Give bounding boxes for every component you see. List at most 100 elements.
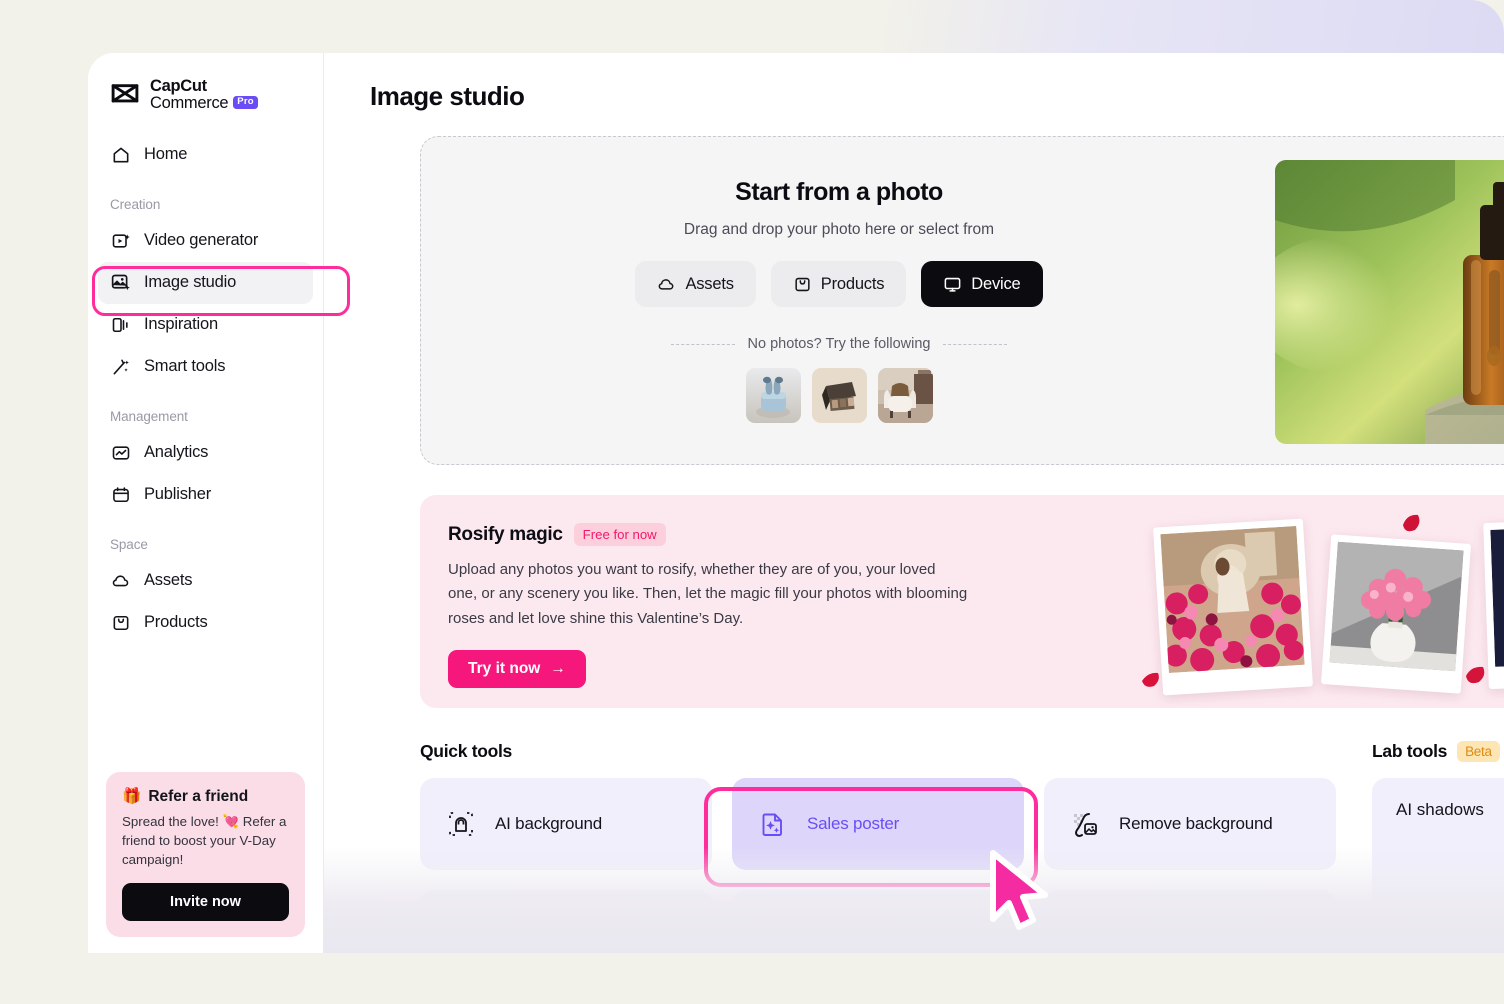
cloud-icon (659, 278, 674, 290)
sidebar-item-smart-tools[interactable]: Smart tools (98, 346, 313, 388)
sidebar-item-products[interactable]: Products (98, 602, 313, 644)
polaroid-third (1483, 518, 1504, 690)
sidebar-section-management: Management (110, 408, 188, 424)
ai-background-icon (446, 809, 476, 839)
tool-label: Sales poster (807, 814, 900, 833)
rosify-badge: Free for now (573, 523, 666, 546)
brand-line-1: CapCut (150, 77, 207, 95)
lab-tools-column: Lab tools Beta AI shadows (1372, 741, 1504, 953)
divider-line-right (943, 343, 1008, 345)
sidebar-item-home[interactable]: Home (98, 134, 313, 176)
button-label: Try it now (468, 659, 541, 677)
bag-icon (110, 612, 131, 633)
button-label: Device (971, 274, 1021, 293)
magic-wand-icon (110, 356, 131, 377)
upload-dropzone[interactable]: Start from a photo Drag and drop your ph… (420, 136, 1504, 465)
sidebar-item-label: Video generator (144, 231, 259, 250)
inspiration-icon (110, 314, 131, 335)
suggestion-divider: No photos? Try the following (421, 336, 1257, 352)
lab-tools-heading: Lab tools Beta (1372, 741, 1504, 762)
sidebar-item-publisher[interactable]: Publisher (98, 474, 313, 516)
rosify-photo-collage (1134, 495, 1504, 708)
device-source-button[interactable]: Device (921, 261, 1043, 307)
page-title: Image studio (370, 81, 525, 111)
third-photo (1490, 526, 1504, 667)
tool-card-sales-poster[interactable]: Sales poster (732, 778, 1024, 870)
tool-card-ai-background[interactable]: AI background (420, 778, 712, 870)
image-studio-icon (110, 272, 131, 293)
lab-tools-label: Lab tools (1372, 741, 1448, 761)
polaroid-woman-in-roses (1153, 518, 1313, 696)
rosify-description: Upload any photos you want to rosify, wh… (448, 561, 968, 627)
lab-card-ai-shadows[interactable]: AI shadows (1372, 778, 1504, 928)
products-source-button[interactable]: Products (770, 261, 907, 307)
sidebar-item-label: Assets (144, 571, 193, 590)
sidebar-item-label: Image studio (144, 273, 237, 292)
refer-a-friend-card: 🎁 Refer a friend Spread the love! 💘 Refe… (106, 772, 305, 937)
sales-poster-icon (758, 809, 788, 839)
tools-section: Quick tools AI background Sales poster R… (420, 741, 1504, 953)
tool-card-image-edit[interactable]: Image edit (1044, 890, 1336, 953)
sidebar-item-label: Publisher (144, 485, 211, 504)
main-content: Image studio Start from a photo Drag and… (324, 53, 1504, 953)
makeup-palette-image (811, 368, 867, 423)
sidebar-item-image-studio[interactable]: Image studio (98, 261, 313, 304)
button-label: Products (820, 274, 885, 293)
mouse-pointer (990, 850, 1048, 930)
capcut-logo-icon (111, 84, 139, 103)
try-it-now-button[interactable]: Try it now → (448, 649, 586, 688)
arrow-right-icon: → (550, 659, 566, 677)
lab-tool-label: AI shadows (1396, 800, 1484, 819)
divider-line-left (670, 343, 735, 345)
upload-title: Start from a photo (735, 178, 943, 206)
tool-label: Image edit (1119, 926, 1197, 945)
rose-petal-icon (1142, 672, 1159, 687)
makeup-palette-thumbnail[interactable] (811, 368, 867, 423)
sidebar-section-creation: Creation (110, 196, 161, 212)
rosify-title: Rosify magic (448, 523, 563, 545)
sidebar-item-label: Products (144, 613, 208, 632)
svg-text:HD: HD (449, 930, 467, 945)
brand-line-2: Commerce (150, 93, 229, 112)
sidebar-nav: Home Creation Video generator Image stud… (88, 134, 323, 644)
brand-logo[interactable]: CapCut Commerce Pro (88, 53, 323, 112)
sidebar-item-assets[interactable]: Assets (98, 560, 313, 602)
sidebar-item-label: Analytics (144, 443, 209, 462)
divider-text: No photos? Try the following (747, 336, 931, 352)
sidebar-item-label: Smart tools (144, 357, 226, 376)
tool-card-hd-upscale[interactable]: HD HD upscale (420, 890, 712, 953)
remove-background-icon (1070, 809, 1100, 839)
rose-petal-icon (1466, 666, 1485, 684)
invite-now-button[interactable]: Invite now (122, 883, 289, 921)
rosify-magic-promo: Rosify magic Free for now Upload any pho… (420, 495, 1504, 708)
tool-card-retouch[interactable]: Retouch (732, 890, 1024, 953)
armchair-thumbnail[interactable] (877, 368, 933, 423)
sidebar-item-label: Home (144, 145, 188, 164)
hero-photo (1275, 160, 1504, 444)
gift-icon: 🎁 (122, 788, 142, 806)
refer-title: Refer a friend (148, 787, 249, 805)
pro-badge: Pro (233, 95, 258, 109)
roses-in-vase-photo (1329, 541, 1464, 672)
woman-in-roses-photo (1160, 525, 1305, 674)
video-generator-icon (110, 230, 131, 251)
sidebar-item-analytics[interactable]: Analytics (98, 432, 313, 474)
tool-label: Remove background (1119, 814, 1273, 833)
cloud-icon (110, 570, 131, 591)
calendar-icon (110, 484, 131, 505)
sidebar-item-video-generator[interactable]: Video generator (98, 220, 313, 262)
sidebar-item-inspiration[interactable]: Inspiration (98, 304, 313, 346)
sidebar-section-space: Space (110, 536, 148, 552)
monitor-icon (944, 277, 961, 292)
sample-thumbnails (421, 368, 1257, 423)
earbuds-thumbnail[interactable] (745, 368, 801, 423)
upload-subtitle: Drag and drop your photo here or select … (683, 221, 995, 238)
assets-source-button[interactable]: Assets (635, 261, 756, 307)
polaroid-roses-in-vase (1320, 534, 1472, 694)
tool-label: HD upscale (495, 926, 581, 945)
tool-card-remove-background[interactable]: Remove background (1044, 778, 1336, 870)
hd-upscale-icon: HD (446, 921, 476, 951)
analytics-icon (110, 442, 131, 463)
refer-body: Spread the love! 💘 Refer a friend to boo… (122, 814, 287, 868)
quick-tools-column: Quick tools AI background Sales poster R… (420, 741, 1336, 953)
